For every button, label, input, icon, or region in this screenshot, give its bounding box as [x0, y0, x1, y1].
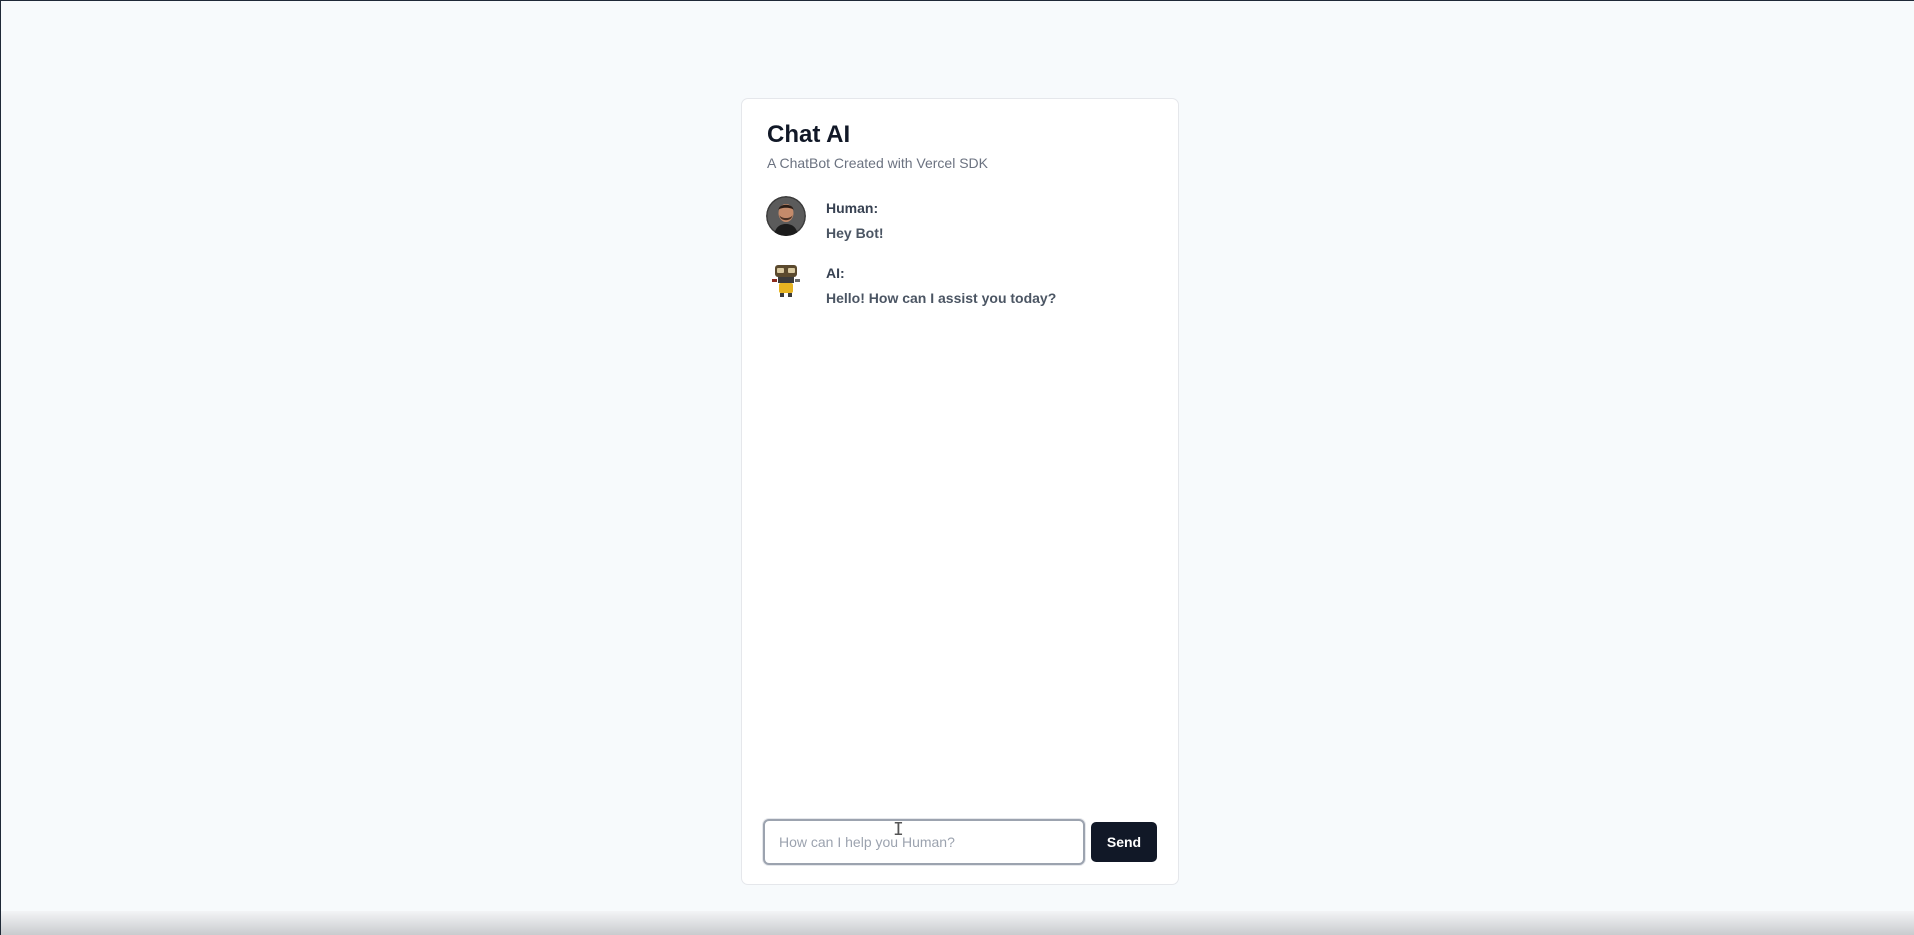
chat-message: AI: Hello! How can I assist you today?: [766, 261, 1156, 311]
page-subtitle: A ChatBot Created with Vercel SDK: [767, 155, 988, 171]
message-sender: Human:: [826, 200, 879, 216]
chat-message: Human: Hey Bot!: [766, 196, 1156, 246]
bottom-shadow: [1, 911, 1914, 935]
page-title: Chat AI: [767, 121, 851, 148]
message-sender: AI:: [826, 265, 845, 281]
message-composer: Send: [763, 819, 1159, 865]
message-text: Hello! How can I assist you today?: [826, 290, 1057, 306]
bot-avatar: [766, 261, 806, 301]
chat-card: Chat AI A ChatBot Created with Vercel SD…: [741, 98, 1179, 885]
message-text: Hey Bot!: [826, 225, 884, 241]
human-avatar: [766, 196, 806, 236]
text-cursor-icon: I: [893, 819, 904, 840]
send-button[interactable]: Send: [1091, 822, 1157, 862]
message-input[interactable]: [763, 819, 1085, 865]
